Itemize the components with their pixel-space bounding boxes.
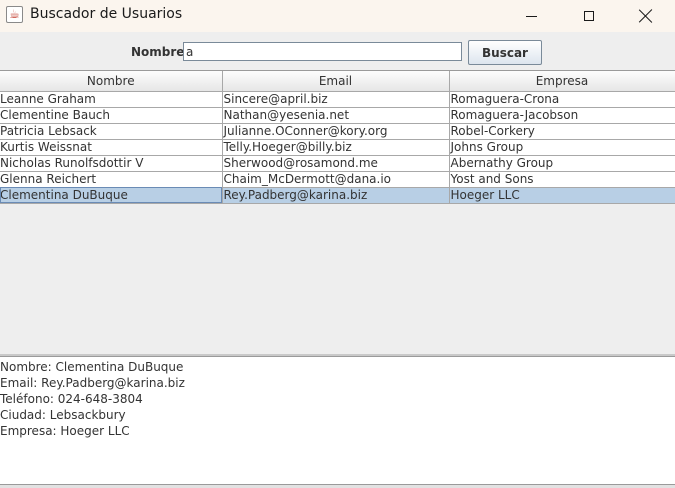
detail-email: Email: Rey.Padberg@karina.biz — [0, 376, 185, 390]
detail-empresa: Empresa: Hoeger LLC — [0, 424, 130, 438]
minimize-icon — [525, 15, 537, 17]
table-row[interactable]: Clementine Bauch Nathan@yesenia.net Roma… — [0, 107, 675, 124]
search-input[interactable] — [183, 42, 462, 61]
detail-ciudad: Ciudad: Lebsackbury — [0, 408, 126, 422]
table-row[interactable]: Leanne Graham Sincere@april.biz Romaguer… — [0, 91, 675, 108]
maximize-icon — [584, 11, 594, 21]
results-table-scrollpane[interactable]: Nombre Email Empresa Leanne Graham Since… — [0, 70, 675, 354]
cell-empresa[interactable]: Hoeger LLC — [449, 187, 675, 204]
detail-nombre: Nombre: Clementina DuBuque — [0, 360, 184, 374]
cell-nombre[interactable]: Patricia Lebsack — [0, 123, 223, 140]
title-bar: ☕ Buscador de Usuarios — [0, 0, 675, 32]
column-header-email[interactable]: Email — [222, 71, 450, 92]
details-text-area[interactable]: Nombre: Clementina DuBuque Email: Rey.Pa… — [0, 356, 675, 484]
table-row[interactable]: Nicholas Runolfsdottir V Sherwood@rosamo… — [0, 155, 675, 172]
cell-nombre[interactable]: Clementina DuBuque — [0, 187, 223, 204]
table-header: Nombre Email Empresa — [0, 71, 675, 92]
bottom-scrollbar-edge — [0, 484, 675, 488]
window-title: Buscador de Usuarios — [30, 6, 183, 22]
cell-nombre[interactable]: Kurtis Weissnat — [0, 139, 223, 156]
cell-nombre[interactable]: Glenna Reichert — [0, 171, 223, 188]
column-header-nombre[interactable]: Nombre — [0, 71, 223, 92]
cell-nombre[interactable]: Nicholas Runolfsdottir V — [0, 155, 223, 172]
cell-email[interactable]: Chaim_McDermott@dana.io — [222, 171, 450, 188]
cell-email[interactable]: Telly.Hoeger@billy.biz — [222, 139, 450, 156]
cell-nombre[interactable]: Leanne Graham — [0, 91, 223, 108]
table-row[interactable]: Kurtis Weissnat Telly.Hoeger@billy.biz J… — [0, 139, 675, 156]
cell-empresa[interactable]: Abernathy Group — [449, 155, 675, 172]
table-row[interactable]: Glenna Reichert Chaim_McDermott@dana.io … — [0, 171, 675, 188]
table-row-selected[interactable]: Clementina DuBuque Rey.Padberg@karina.bi… — [0, 187, 675, 204]
cell-empresa[interactable]: Romaguera-Crona — [449, 91, 675, 108]
cell-empresa[interactable]: Robel-Corkery — [449, 123, 675, 140]
table-row[interactable]: Patricia Lebsack Julianne.OConner@kory.o… — [0, 123, 675, 140]
cell-empresa[interactable]: Romaguera-Jacobson — [449, 107, 675, 124]
cell-email[interactable]: Sherwood@rosamond.me — [222, 155, 450, 172]
close-button[interactable] — [617, 0, 675, 32]
cell-email[interactable]: Rey.Padberg@karina.biz — [222, 187, 450, 204]
cell-email[interactable]: Sincere@april.biz — [222, 91, 450, 108]
close-icon — [639, 9, 653, 23]
java-icon: ☕ — [6, 6, 23, 23]
cell-email[interactable]: Nathan@yesenia.net — [222, 107, 450, 124]
minimize-button[interactable] — [502, 0, 560, 32]
search-button[interactable]: Buscar — [468, 40, 542, 65]
column-header-empresa[interactable]: Empresa — [449, 71, 675, 92]
cell-email[interactable]: Julianne.OConner@kory.org — [222, 123, 450, 140]
cell-nombre[interactable]: Clementine Bauch — [0, 107, 223, 124]
detail-telefono: Teléfono: 024-648-3804 — [0, 392, 143, 406]
search-label: Nombre: — [131, 45, 190, 59]
maximize-button[interactable] — [560, 0, 618, 32]
cell-empresa[interactable]: Johns Group — [449, 139, 675, 156]
cell-empresa[interactable]: Yost and Sons — [449, 171, 675, 188]
results-table[interactable]: Nombre Email Empresa Leanne Graham Since… — [0, 71, 675, 204]
